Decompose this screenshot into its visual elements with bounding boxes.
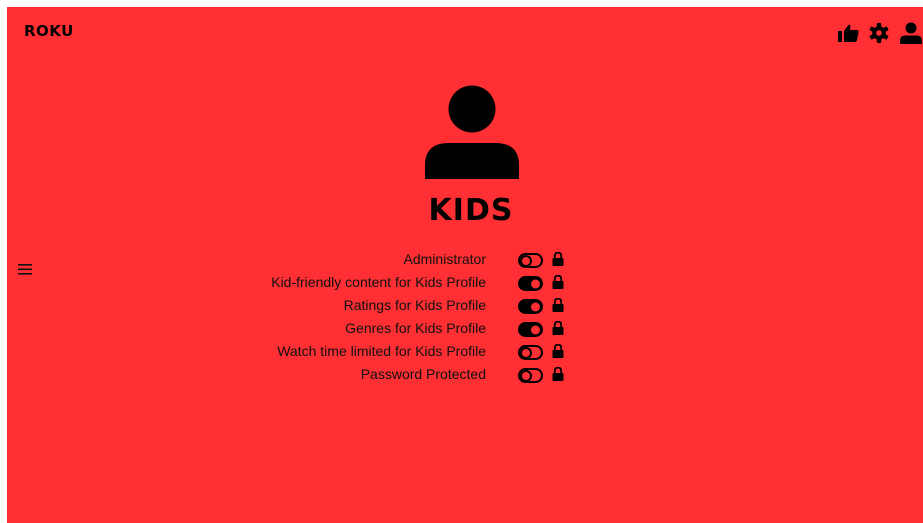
setting-toggle[interactable] (518, 276, 543, 291)
settings-list: Administrator Kid-friendly content for Ki… (7, 249, 923, 387)
setting-label: Administrator (403, 251, 486, 267)
setting-label: Genres for Kids Profile (345, 320, 486, 336)
setting-row: Watch time limited for Kids Profile (7, 341, 923, 364)
toggle-knob (520, 346, 532, 359)
setting-row: Administrator (7, 249, 923, 272)
setting-toggle[interactable] (518, 253, 543, 268)
setting-toggle[interactable] (518, 368, 543, 383)
setting-toggle[interactable] (518, 299, 543, 314)
setting-label: Ratings for Kids Profile (343, 297, 486, 313)
toggle-knob (520, 369, 532, 382)
setting-row: Ratings for Kids Profile (7, 295, 923, 318)
toggle-knob (531, 325, 540, 334)
toggle-knob (520, 254, 532, 267)
gear-icon[interactable] (869, 23, 889, 43)
lock-icon (552, 297, 564, 317)
profile-avatar (425, 85, 519, 184)
profile-name: KIDS (428, 193, 514, 228)
toggle-knob (531, 279, 540, 288)
lock-icon (552, 251, 564, 271)
setting-row: Genres for Kids Profile (7, 318, 923, 341)
lock-icon (552, 320, 564, 340)
user-icon[interactable] (899, 22, 923, 44)
toggle-knob (531, 302, 540, 311)
lock-icon (552, 366, 564, 386)
setting-label: Password Protected (360, 366, 486, 382)
lock-icon (552, 343, 564, 363)
user-icon (425, 85, 519, 183)
brand-logo[interactable]: ROKU (24, 22, 74, 40)
setting-label: Watch time limited for Kids Profile (277, 343, 486, 359)
setting-label: Kid-friendly content for Kids Profile (271, 274, 486, 290)
app-screen: ROKU KIDS Administrator Kid-friendly con… (7, 7, 923, 523)
setting-toggle[interactable] (518, 322, 543, 337)
setting-toggle[interactable] (518, 345, 543, 360)
setting-row: Kid-friendly content for Kids Profile (7, 272, 923, 295)
header-actions (838, 22, 923, 44)
setting-row: Password Protected (7, 364, 923, 387)
lock-icon (552, 274, 564, 294)
thumbs-up-icon[interactable] (838, 24, 859, 42)
